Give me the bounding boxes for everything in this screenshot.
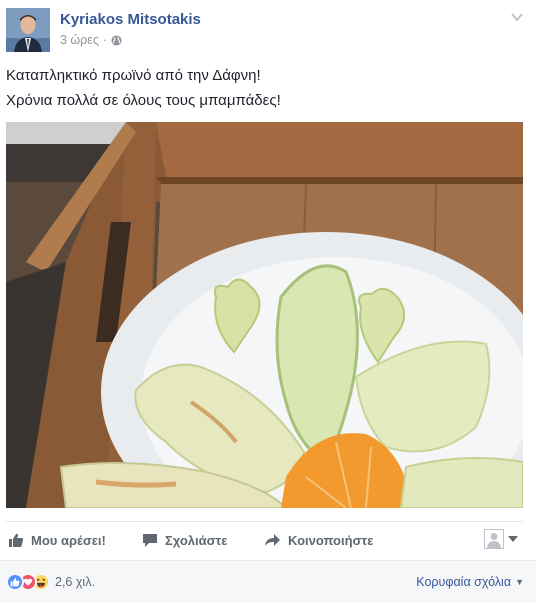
post-footer: 2,6 χιλ. Κορυφαία σχόλια ▼ — [0, 560, 536, 603]
post-meta: 3 ώρες · — [60, 33, 122, 47]
profile-avatar-icon — [484, 529, 504, 549]
globe-icon[interactable] — [111, 34, 122, 46]
comment-label: Σχολιάστε — [165, 532, 228, 548]
chevron-down-icon — [508, 536, 518, 542]
like-button[interactable]: Μου αρέσει! — [8, 528, 106, 552]
share-button[interactable]: Κοινοποιήστε — [264, 528, 373, 552]
thumbs-up-icon — [9, 533, 24, 547]
facebook-post: Kyriakos Mitsotakis 3 ώρες · Καταπληκτικ… — [0, 0, 536, 603]
post-text-line: Χρόνια πολλά σε όλους τους μπαμπάδες! — [6, 92, 281, 109]
post-photo[interactable] — [6, 122, 523, 508]
author-avatar[interactable] — [6, 8, 50, 52]
meta-separator: · — [102, 33, 108, 47]
reaction-count[interactable]: 2,6 χιλ. — [55, 575, 95, 589]
author-name[interactable]: Kyriakos Mitsotakis — [60, 11, 201, 28]
action-bar: Μου αρέσει! Σχολιάστε Κοινοποιήστε — [6, 521, 523, 557]
comment-sort-label: Κορυφαία σχόλια — [416, 575, 512, 589]
post-options-chevron-icon[interactable] — [510, 10, 524, 24]
like-reaction-icon — [6, 573, 24, 591]
post-text-line: Καταπληκτικό πρωϊνό από την Δάφνη! — [6, 67, 261, 84]
comment-bubble-icon — [143, 534, 157, 547]
post-as-selector[interactable] — [484, 529, 519, 549]
like-label: Μου αρέσει! — [31, 532, 106, 548]
comment-sort-dropdown[interactable]: Κορυφαία σχόλια ▼ — [416, 575, 524, 589]
post-timestamp[interactable]: 3 ώρες — [60, 33, 99, 47]
reaction-summary[interactable]: 2,6 χιλ. — [6, 573, 95, 591]
comment-button[interactable]: Σχολιάστε — [142, 528, 227, 552]
share-arrow-icon — [265, 534, 280, 546]
share-label: Κοινοποιήστε — [288, 532, 374, 548]
caret-down-icon: ▼ — [515, 577, 524, 587]
post-text: Καταπληκτικό πρωϊνό από την Δάφνη! Χρόνι… — [6, 64, 526, 114]
